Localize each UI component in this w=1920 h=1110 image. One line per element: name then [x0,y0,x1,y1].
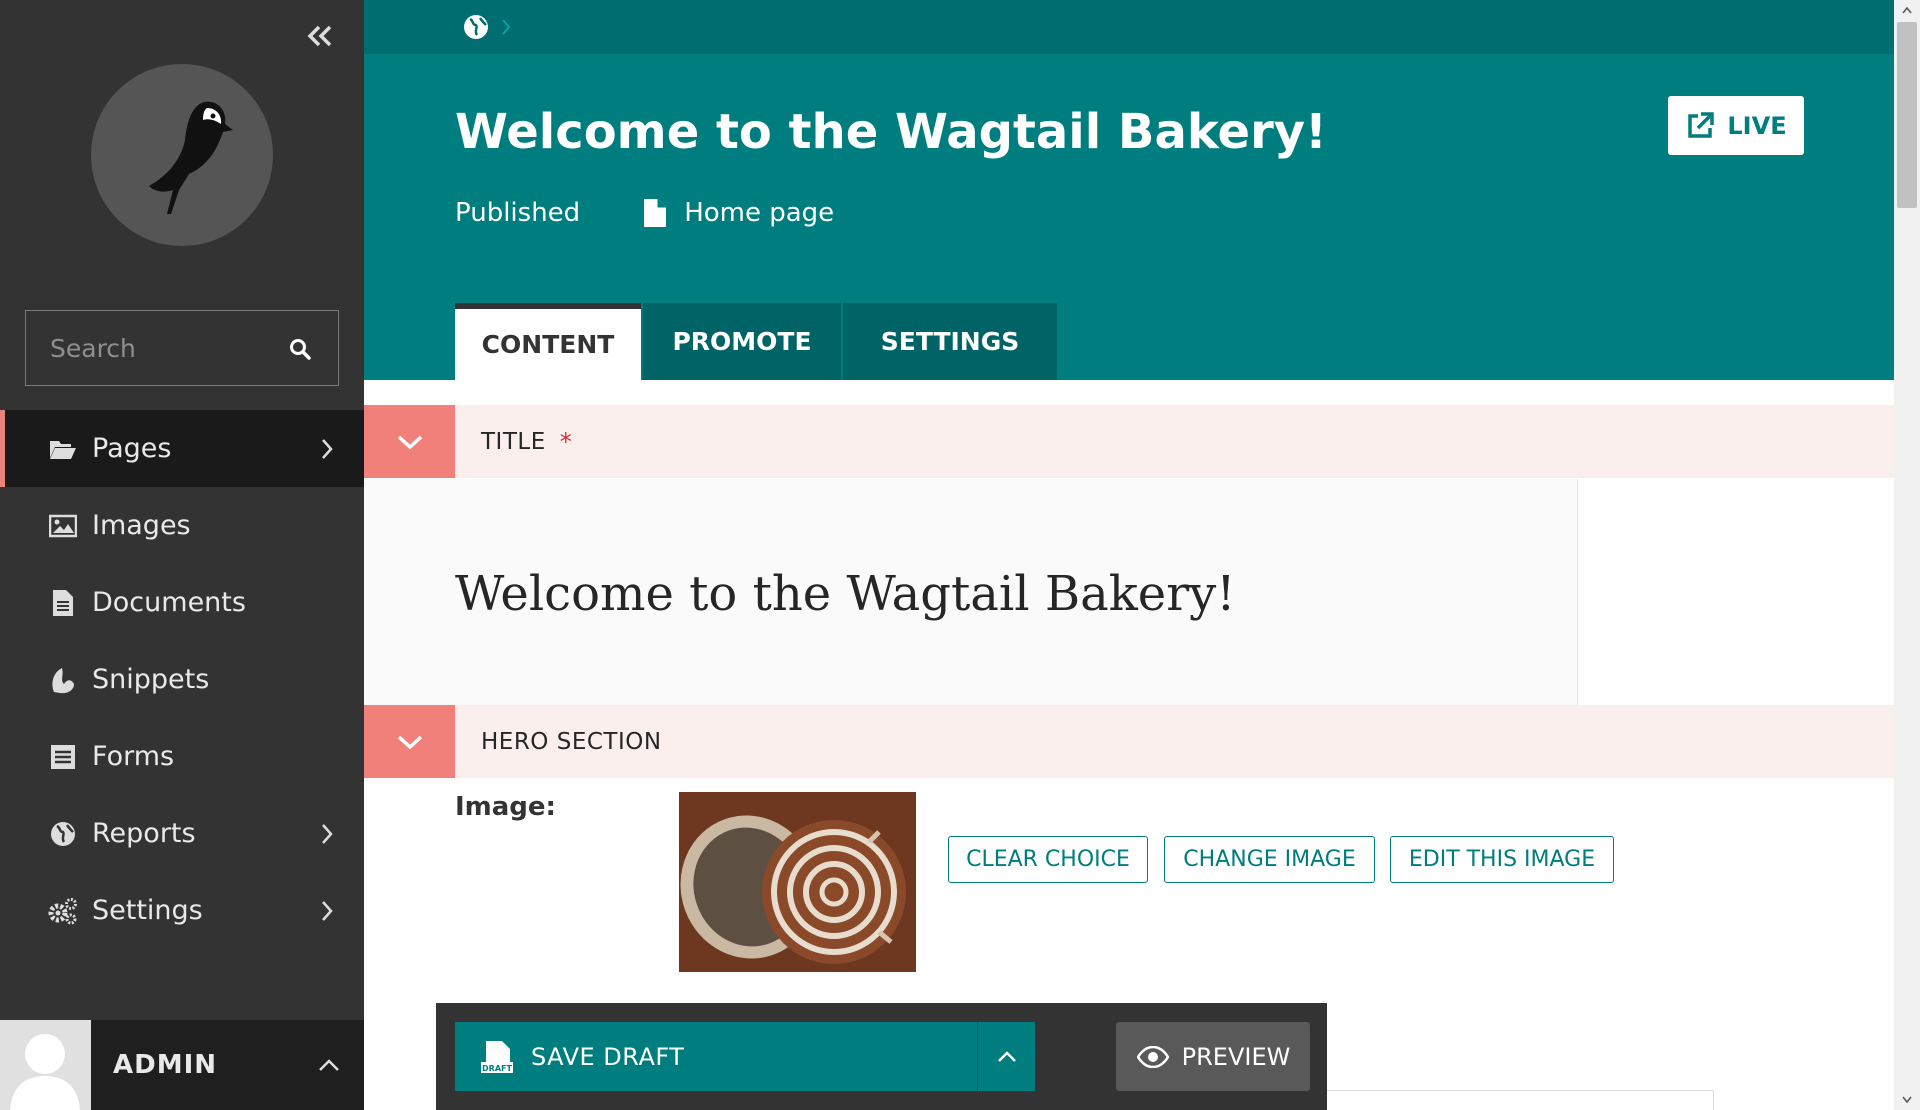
chevron-right-icon [312,434,342,464]
chevron-down-icon [397,435,422,449]
edit-form: TITLE * HERO SECTION Image: [364,380,1894,1110]
page-header: Welcome to the Wagtail Bakery! Published… [364,0,1894,380]
external-link-icon [1685,111,1715,141]
title-section-toggle[interactable] [364,405,455,478]
snippet-icon [48,665,78,695]
change-image-button[interactable]: CHANGE IMAGE [1164,836,1375,883]
sidebar-item-documents[interactable]: Documents [0,564,364,641]
section-label: HERO SECTION [481,728,662,755]
image-field-label: Image: [455,792,556,822]
live-button[interactable]: LIVE [1668,96,1804,155]
draft-icon-text: DRAFT [482,1064,512,1073]
form-icon [48,742,78,772]
tab-content[interactable]: CONTENT [455,303,641,380]
breadcrumb [364,0,1894,54]
sidebar-item-snippets[interactable]: Snippets [0,641,364,718]
sidebar-item-settings[interactable]: Settings [0,872,364,949]
sidebar-item-pages[interactable]: Pages [0,410,364,487]
page-title: Welcome to the Wagtail Bakery! [455,104,1327,160]
sidebar-item-label: Images [92,510,191,541]
eye-icon [1136,1045,1170,1069]
sidebar-item-forms[interactable]: Forms [0,718,364,795]
preview-button[interactable]: PREVIEW [1116,1022,1310,1091]
required-marker: * [559,427,572,456]
title-input[interactable] [455,539,1555,649]
draft-icon: DRAFT [479,1039,515,1075]
cogs-icon [48,896,78,926]
chevron-down-icon [397,735,422,749]
account-menu[interactable]: ADMIN [0,1020,364,1110]
tab-settings[interactable]: SETTINGS [843,303,1057,380]
sidebar-item-label: Reports [92,818,196,849]
search-icon [290,339,311,360]
sidebar-item-label: Pages [92,433,172,464]
tab-promote[interactable]: PROMOTE [643,303,841,380]
document-icon [48,588,78,618]
sidebar-item-images[interactable]: Images [0,487,364,564]
sidebar-item-label: Settings [92,895,203,926]
image-field: Image: CLEAR CHOICE CHANGE IMAGE EDIT TH… [364,778,1894,978]
chevron-right-icon [312,896,342,926]
wagtail-logo[interactable] [91,64,273,246]
chevron-right-icon [496,14,516,40]
globe-icon [464,15,488,39]
chevron-up-icon[interactable] [314,1050,344,1080]
globe-icon [48,819,78,849]
wagtail-bird-icon [149,101,233,214]
edit-image-button[interactable]: EDIT THIS IMAGE [1390,836,1614,883]
image-icon [48,511,78,541]
hero-section-toggle[interactable] [364,705,455,778]
scroll-down-arrow-icon[interactable] [1894,1090,1920,1110]
search-input[interactable] [26,333,276,363]
double-chevron-left-icon [307,25,332,47]
more-actions-toggle[interactable] [977,1022,1035,1091]
breadcrumb-root-link[interactable] [461,12,491,42]
title-field [364,479,1578,706]
bread-image-thumbnail[interactable] [679,792,916,972]
main-menu: Pages Images Documents Snippets Forms Re… [0,410,364,949]
action-bar: DRAFT SAVE DRAFT PREVIEW [436,1003,1327,1110]
collapse-sidebar-button[interactable] [302,18,338,54]
chevron-up-icon [997,1050,1016,1062]
save-draft-label: SAVE DRAFT [531,1042,685,1071]
preview-label: PREVIEW [1181,1042,1291,1071]
hero-section-header: HERO SECTION [364,705,1894,778]
folder-open-icon [48,434,78,464]
page-type: Home page [684,198,835,228]
live-label: LIVE [1727,111,1787,140]
chevron-right-icon [312,819,342,849]
sidebar-item-label: Snippets [92,664,210,695]
tab-bar: CONTENT PROMOTE SETTINGS [455,303,1059,380]
page-icon [642,198,668,228]
sidebar-item-label: Documents [92,587,246,618]
sidebar-item-reports[interactable]: Reports [0,795,364,872]
sidebar-item-label: Forms [92,741,175,772]
search-box [25,310,339,386]
scrollbar-thumb[interactable] [1897,22,1917,208]
avatar [0,1020,91,1110]
sidebar: Pages Images Documents Snippets [0,0,364,1110]
title-section-header: TITLE * [364,405,1894,478]
save-draft-button[interactable]: DRAFT SAVE DRAFT [455,1022,1035,1091]
search-button[interactable] [284,333,316,365]
scroll-up-arrow-icon[interactable] [1894,0,1920,20]
section-label: TITLE [481,428,546,455]
page-meta: Published Home page [455,198,834,228]
page-status: Published [455,198,581,228]
user-silhouette-icon [10,1034,80,1110]
clear-choice-button[interactable]: CLEAR CHOICE [948,836,1148,883]
account-name: ADMIN [113,1050,218,1080]
page-scrollbar[interactable] [1894,0,1920,1110]
